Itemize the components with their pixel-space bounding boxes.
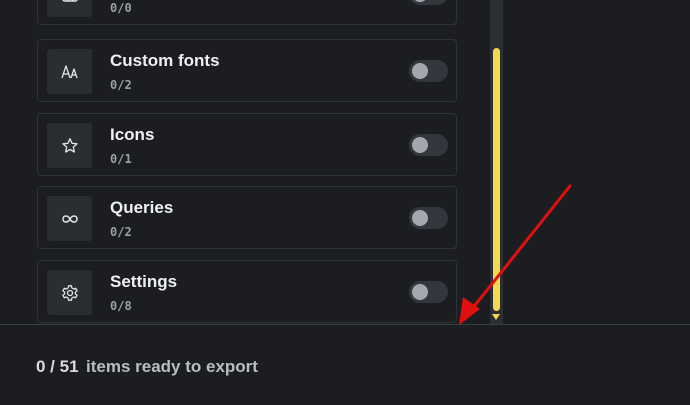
- item-count: 0/0: [110, 1, 132, 15]
- item-title: Settings: [110, 272, 178, 291]
- toggle-knob: [412, 210, 428, 226]
- export-footer: 0 / 51 items ready to export: [0, 325, 690, 405]
- custom-fonts-toggle[interactable]: [409, 60, 448, 82]
- infinity-icon: [47, 196, 92, 241]
- toggle-knob: [412, 137, 428, 153]
- star-icon: [47, 123, 92, 168]
- scrollbar[interactable]: [490, 0, 503, 324]
- font-icon: [47, 49, 92, 94]
- item-toggle[interactable]: [409, 0, 448, 5]
- list-item-queries: Queries 0/2: [37, 186, 457, 249]
- icons-toggle[interactable]: [409, 134, 448, 156]
- item-title: Icons: [110, 125, 155, 144]
- item-count: 0/1: [110, 152, 132, 166]
- export-count: 0 / 51: [36, 357, 79, 376]
- export-panel: 0/0 Custom fonts 0/2 Icons 0/1 Queries 0…: [0, 0, 690, 405]
- list-item-table: 0/0: [37, 0, 457, 25]
- item-count: 0/2: [110, 78, 132, 92]
- settings-toggle[interactable]: [409, 281, 448, 303]
- item-count: 0/2: [110, 225, 132, 239]
- list-item-custom-fonts: Custom fonts 0/2: [37, 39, 457, 102]
- export-status-label: items ready to export: [86, 357, 258, 376]
- item-title: Custom fonts: [110, 51, 220, 70]
- queries-toggle[interactable]: [409, 207, 448, 229]
- item-count: 0/8: [110, 299, 132, 313]
- scrollbar-thumb[interactable]: [493, 48, 500, 311]
- table-icon: [47, 0, 92, 17]
- list-item-icons: Icons 0/1: [37, 113, 457, 176]
- list-item-settings: Settings 0/8: [37, 260, 457, 323]
- toggle-knob: [412, 63, 428, 79]
- gear-icon: [47, 270, 92, 315]
- toggle-knob: [412, 0, 428, 2]
- toggle-knob: [412, 284, 428, 300]
- export-item-list: 0/0 Custom fonts 0/2 Icons 0/1 Queries 0…: [0, 0, 690, 324]
- scroll-down-arrow-icon[interactable]: [492, 314, 500, 320]
- item-title: Queries: [110, 198, 174, 217]
